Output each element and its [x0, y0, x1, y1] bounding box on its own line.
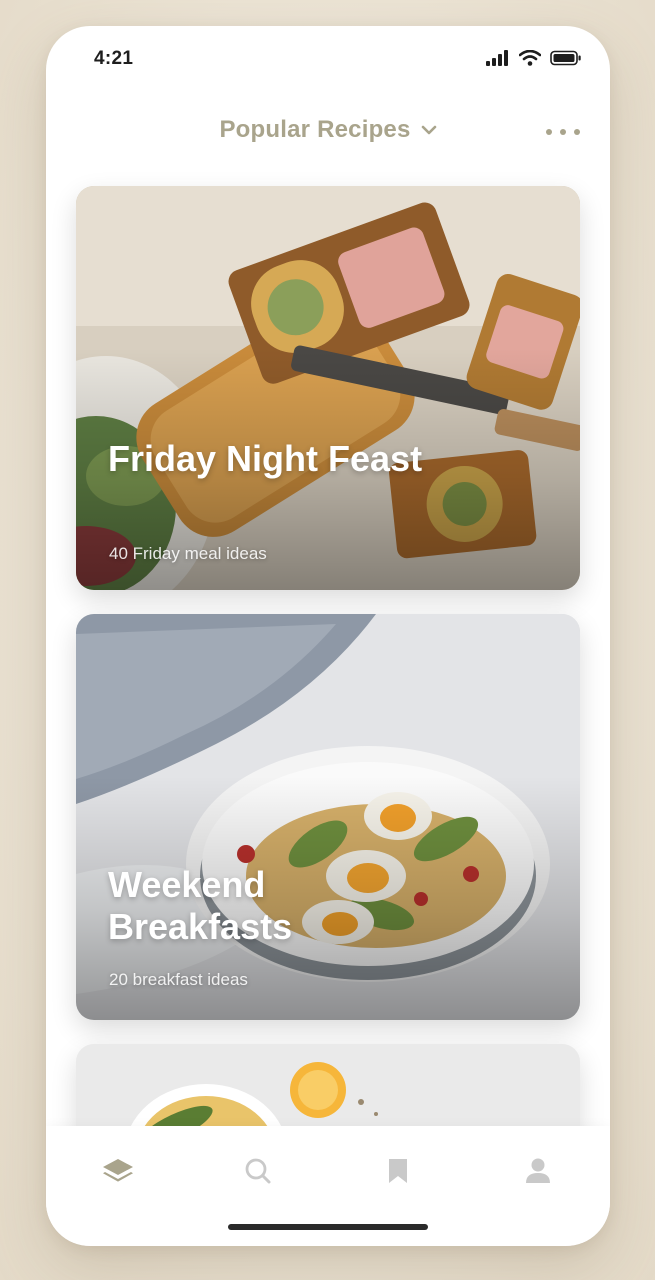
- bookmark-icon: [389, 1159, 407, 1183]
- status-icons: [486, 50, 582, 66]
- status-bar: 4:21: [46, 26, 610, 96]
- page-title: Popular Recipes: [219, 116, 411, 143]
- card-title: Weekend Breakfasts: [108, 864, 293, 947]
- profile-icon: [526, 1158, 550, 1183]
- tab-feed[interactable]: [98, 1154, 138, 1188]
- tab-bookmarks[interactable]: [378, 1154, 418, 1188]
- more-options-button[interactable]: [546, 122, 580, 142]
- card-subtitle: 20 breakfast ideas: [109, 970, 248, 989]
- search-icon: [245, 1158, 271, 1184]
- card-subtitle: 40 Friday meal ideas: [109, 544, 267, 563]
- battery-icon: [550, 50, 581, 66]
- status-time: 4:21: [94, 48, 134, 69]
- stack-icon: [103, 1159, 133, 1182]
- more-dot-icon: [560, 129, 566, 135]
- phone-screen: 4:21 Popular Recipes Friday Night Feast …: [46, 26, 610, 1246]
- signal-icon: [486, 50, 508, 66]
- recipe-card-friday-night-feast[interactable]: Friday Night Feast 40 Friday meal ideas: [76, 186, 580, 590]
- tab-profile[interactable]: [518, 1154, 558, 1188]
- more-dot-icon: [574, 129, 580, 135]
- wifi-icon: [519, 50, 541, 66]
- home-indicator[interactable]: [228, 1224, 428, 1230]
- chevron-down-icon: [421, 125, 436, 135]
- card-title: Friday Night Feast: [108, 438, 423, 479]
- more-dot-icon: [546, 129, 552, 135]
- header: Popular Recipes: [46, 114, 610, 158]
- tab-search[interactable]: [238, 1154, 278, 1188]
- recipe-card-weekend-breakfasts[interactable]: Weekend Breakfasts 20 breakfast ideas: [76, 614, 580, 1020]
- recipe-category-dropdown[interactable]: Popular Recipes: [46, 116, 610, 144]
